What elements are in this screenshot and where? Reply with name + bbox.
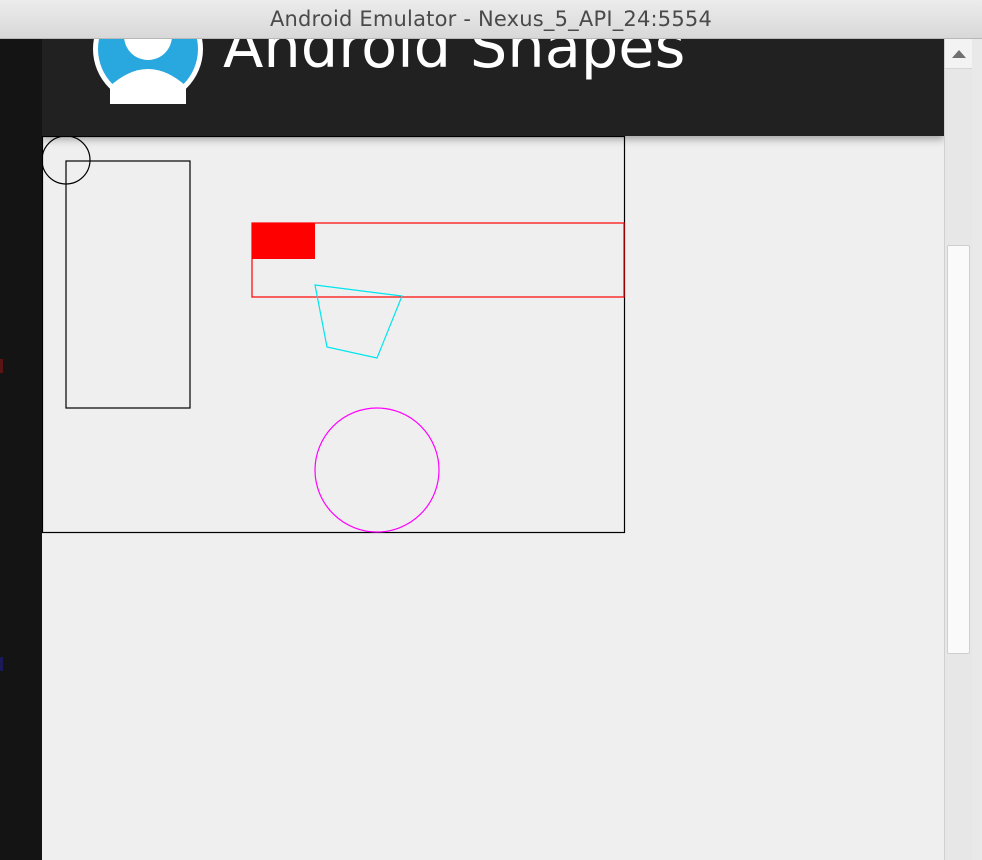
person-avatar-icon [93, 39, 203, 104]
scroll-thumb[interactable] [947, 245, 970, 654]
cyan-quadrilateral [314, 284, 403, 359]
magenta-circle [314, 407, 440, 533]
edge-mark [0, 657, 3, 671]
shapes-canvas[interactable] [42, 136, 944, 860]
emulator-screen[interactable]: Android Shapes [42, 39, 944, 860]
tall-black-rectangle [65, 160, 191, 409]
scroll-up-button[interactable] [945, 39, 972, 69]
edge-mark [0, 359, 3, 373]
window-title: Android Emulator - Nexus_5_API_24:5554 [269, 7, 713, 31]
left-dark-edge [0, 39, 42, 860]
app-title: Android Shapes [223, 39, 686, 81]
scroll-track[interactable] [945, 69, 972, 860]
canvas-frame [42, 136, 626, 534]
window-right-edge [972, 39, 982, 860]
window-titlebar[interactable]: Android Emulator - Nexus_5_API_24:5554 [0, 0, 982, 39]
app-toolbar: Android Shapes [42, 39, 944, 136]
vertical-scrollbar[interactable] [944, 39, 972, 860]
filled-red-rectangle [252, 223, 315, 259]
scroll-up-arrow-icon [951, 49, 966, 58]
